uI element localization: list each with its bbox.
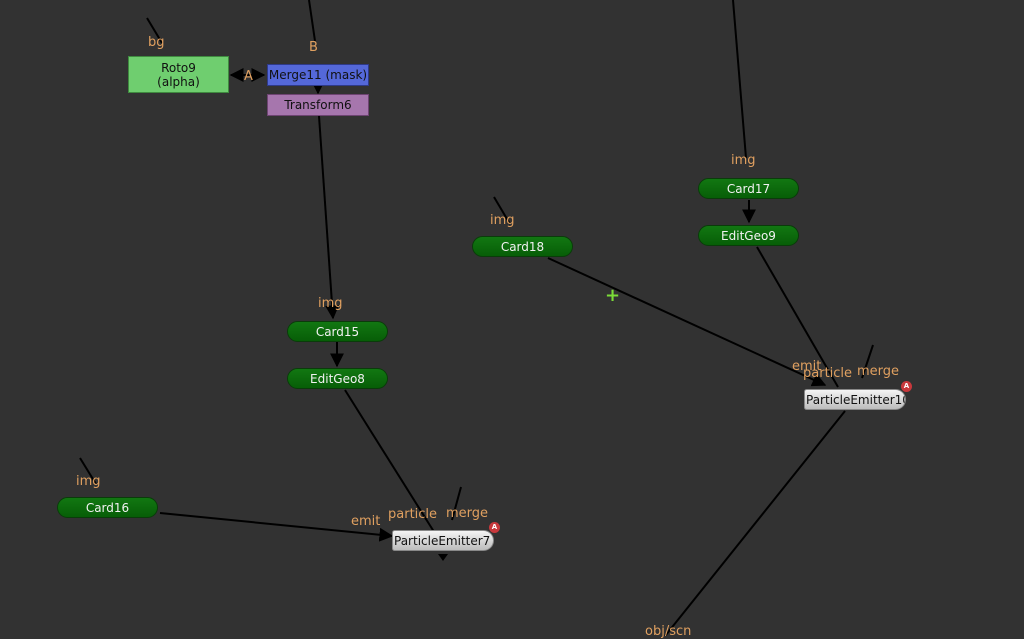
node-card18[interactable]: Card18 — [472, 236, 573, 257]
emitter10-badge: A — [901, 381, 912, 392]
node-transform6-label: Transform6 — [284, 98, 352, 112]
node-merge11-label: Merge11 (mask) — [268, 68, 368, 82]
node-particleemitter10-label: ParticleEmitter10 — [806, 392, 906, 407]
node-editgeo9-label: EditGeo9 — [721, 228, 776, 243]
node-card16[interactable]: Card16 — [57, 497, 158, 518]
node-card15[interactable]: Card15 — [287, 321, 388, 342]
emitter7-output-arrow — [438, 554, 448, 561]
pipes-layer — [79, 0, 874, 636]
input-label-img-card18: img — [490, 213, 515, 228]
node-particleemitter7-label: ParticleEmitter7 — [394, 533, 491, 548]
node-particleemitter10[interactable]: ParticleEmitter10 — [804, 389, 906, 410]
node-card17[interactable]: Card17 — [698, 178, 799, 199]
node-merge11[interactable]: Merge11 (mask) — [267, 64, 369, 86]
node-roto9[interactable]: Roto9 (alpha) — [128, 56, 229, 93]
node-card16-label: Card16 — [85, 500, 130, 515]
input-label-a: A — [244, 69, 253, 84]
node-card15-label: Card15 — [315, 324, 360, 339]
pipe-transform6-card15 — [318, 115, 340, 320]
input-label-particle-10: particle — [803, 366, 853, 381]
input-label-obj-scn: obj/scn — [645, 624, 692, 639]
input-label-b: B — [309, 40, 318, 55]
node-editgeo9[interactable]: EditGeo9 — [698, 225, 799, 246]
node-editgeo8-label: EditGeo8 — [310, 371, 365, 386]
node-particleemitter7[interactable]: ParticleEmitter7 — [392, 530, 494, 551]
input-label-merge-10: merge — [857, 364, 900, 379]
emitter7-badge: A — [489, 522, 500, 533]
node-roto9-channel: (alpha) — [157, 74, 200, 89]
input-label-img-card16: img — [76, 474, 101, 489]
pipe-card18-emitter10 — [547, 257, 827, 387]
node-card17-label: Card17 — [726, 181, 771, 196]
pipe-emitter10-output — [664, 410, 846, 636]
node-graph-canvas[interactable]: bg A B img img img img emit particle mer… — [0, 0, 1024, 639]
node-transform6[interactable]: Transform6 — [267, 94, 369, 116]
input-label-emit-7: emit — [351, 514, 381, 529]
input-label-bg: bg — [148, 35, 165, 50]
pipe-card17-input — [732, 0, 747, 159]
pipe-merge11-input-b — [308, 0, 316, 42]
input-label-merge-7: merge — [446, 506, 489, 521]
node-roto9-name: Roto9 — [161, 60, 196, 75]
input-label-particle-7: particle — [388, 507, 438, 522]
node-card18-label: Card18 — [500, 239, 545, 254]
add-cursor-icon: + — [605, 285, 621, 306]
node-editgeo8[interactable]: EditGeo8 — [287, 368, 388, 389]
input-label-img-card17: img — [731, 153, 756, 168]
input-label-img-card15: img — [318, 296, 343, 311]
